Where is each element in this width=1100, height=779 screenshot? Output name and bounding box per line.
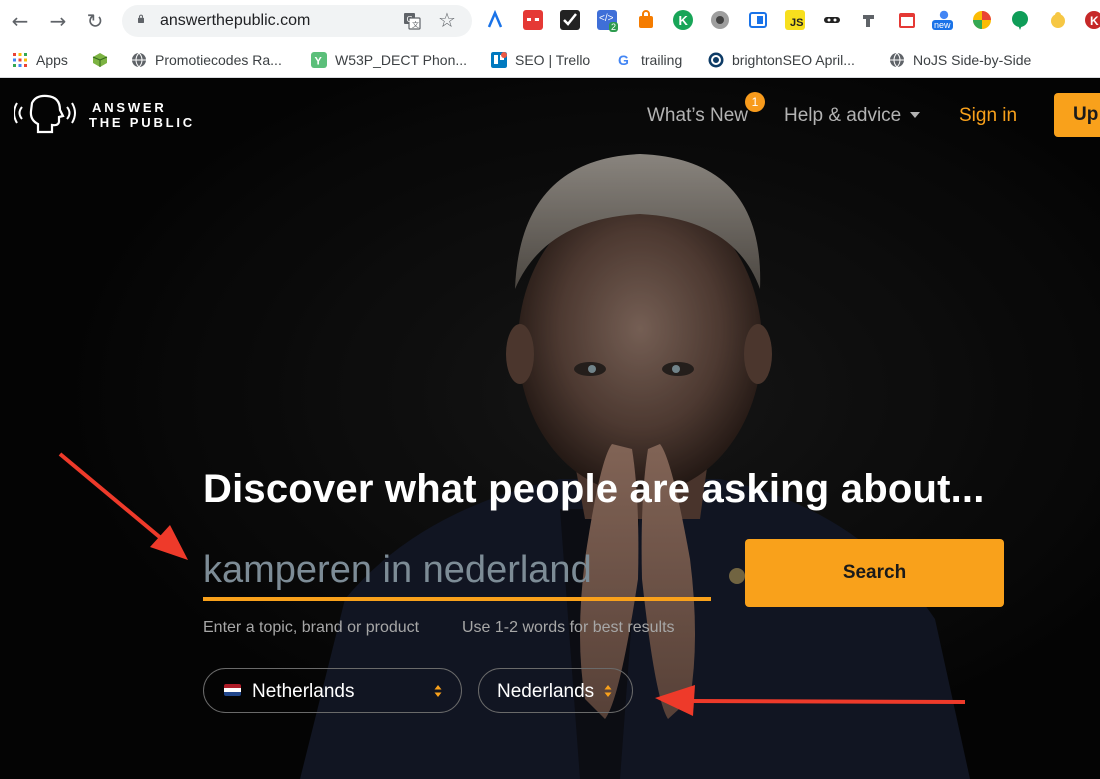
language-select-value: Nederlands [497, 681, 595, 702]
extension-arrow-icon[interactable] [485, 10, 505, 30]
country-select[interactable]: Netherlands [203, 668, 462, 713]
browser-toolbar: ← → ↻ answerthepublic.com G文 ☆ </> 2 K JS… [0, 0, 1100, 42]
search-hint-topic: Enter a topic, brand or product [203, 619, 420, 636]
url-text: answerthepublic.com [160, 12, 311, 29]
upgrade-button[interactable]: Up [1054, 93, 1100, 137]
extension-chat-icon[interactable] [1010, 10, 1030, 30]
search-hint-words: Use 1-2 words for best results [462, 619, 675, 636]
extension-hand-icon[interactable] [1048, 10, 1068, 30]
bookmark-brightonseo[interactable]: brightonSEO April... [708, 50, 855, 70]
bookmark-star-icon[interactable]: ☆ [438, 8, 456, 32]
bookmark-label: W53P_DECT Phon... [335, 52, 468, 68]
extension-tool-icon[interactable] [860, 10, 880, 30]
extension-colorwheel-icon[interactable] [972, 10, 992, 30]
bookmarks-bar: Apps Promotiecodes Ra... Y W53P_DECT Pho… [0, 42, 1100, 78]
hero-headline: Discover what people are asking about... [203, 467, 985, 511]
globe-icon [890, 52, 904, 68]
logo-line-2: THE PUBLIC [89, 115, 195, 130]
bookmark-w53p[interactable]: Y W53P_DECT Phon... [311, 50, 467, 70]
extension-k-badge-icon[interactable]: K [1084, 10, 1100, 30]
country-select-value: Netherlands [252, 681, 355, 702]
extension-dots-icon[interactable] [523, 10, 543, 30]
bookmark-trello[interactable]: SEO | Trello [491, 50, 590, 70]
chevron-down-icon [910, 112, 920, 118]
svg-text:Y: Y [315, 56, 323, 68]
answerthepublic-page: ANSWER THE PUBLIC What’s New 1 Help & ad… [0, 79, 1100, 779]
trello-icon [491, 52, 507, 68]
nav-help-advice[interactable]: Help & advice [784, 105, 901, 127]
select-arrows-icon [604, 685, 612, 697]
bookmark-nojs[interactable]: NoJS Side-by-Side [889, 50, 1031, 70]
bookmark-trailing[interactable]: G trailing [617, 50, 682, 70]
brightonseo-icon [708, 52, 724, 68]
extension-mask-icon[interactable] [822, 10, 842, 30]
netherlands-flag-icon [224, 684, 241, 696]
bookmark-label: NoJS Side-by-Side [913, 52, 1032, 68]
svg-text:JS: JS [790, 17, 803, 29]
back-arrow-icon[interactable]: ← [8, 9, 32, 33]
answerthepublic-head-icon [13, 94, 76, 134]
extension-js-icon[interactable]: JS [785, 10, 805, 30]
svg-text:文: 文 [412, 20, 419, 29]
extension-calendar-icon[interactable] [897, 10, 917, 30]
logo-line-1: ANSWER [92, 100, 167, 115]
extension-panel-icon[interactable] [748, 10, 768, 30]
apps-grid-icon [13, 53, 27, 67]
bookmark-label: Promotiecodes Ra... [155, 52, 282, 68]
extension-new-icon[interactable]: new [932, 10, 954, 30]
address-bar[interactable]: answerthepublic.com G文 ☆ [122, 5, 472, 37]
extension-circle-icon[interactable] [710, 10, 730, 30]
bookmark-label: trailing [641, 52, 683, 68]
select-arrows-icon [434, 685, 442, 697]
svg-text:G: G [618, 52, 629, 68]
extension-code-icon[interactable]: </> 2 [597, 10, 619, 32]
signin-link[interactable]: Sign in [959, 105, 1017, 127]
bookmark-apps[interactable]: Apps [12, 50, 68, 70]
bookmark-cube[interactable] [92, 50, 116, 70]
whats-new-count-badge: 1 [745, 92, 765, 112]
nav-whats-new[interactable]: What’s New [647, 105, 748, 127]
site-logo[interactable]: ANSWER THE PUBLIC [13, 93, 204, 137]
lock-icon [138, 14, 144, 23]
bookmark-label: SEO | Trello [515, 52, 591, 68]
extension-check-icon[interactable] [560, 10, 580, 30]
yoast-icon: Y [311, 52, 327, 68]
google-icon: G [618, 52, 629, 68]
cube-icon [92, 53, 108, 67]
translate-icon[interactable]: G文 [402, 11, 422, 31]
logo-text: ANSWER THE PUBLIC [89, 100, 195, 130]
svg-text:K: K [1090, 14, 1099, 28]
bookmark-label: Apps [36, 52, 68, 68]
bookmark-promotiecodes[interactable]: Promotiecodes Ra... [131, 50, 282, 70]
language-select[interactable]: Nederlands [478, 668, 633, 713]
bookmark-label: brightonSEO April... [732, 52, 855, 68]
search-input[interactable] [203, 543, 711, 601]
extension-badge: new [932, 20, 953, 30]
extension-k-icon[interactable]: K [673, 10, 693, 30]
extension-badge: 2 [609, 22, 619, 32]
reload-icon[interactable]: ↻ [83, 9, 107, 33]
forward-arrow-icon[interactable]: → [46, 9, 70, 33]
globe-icon [132, 52, 146, 68]
search-button[interactable]: Search [745, 539, 1004, 607]
svg-text:K: K [679, 13, 689, 28]
extension-bag-icon[interactable] [636, 10, 656, 30]
